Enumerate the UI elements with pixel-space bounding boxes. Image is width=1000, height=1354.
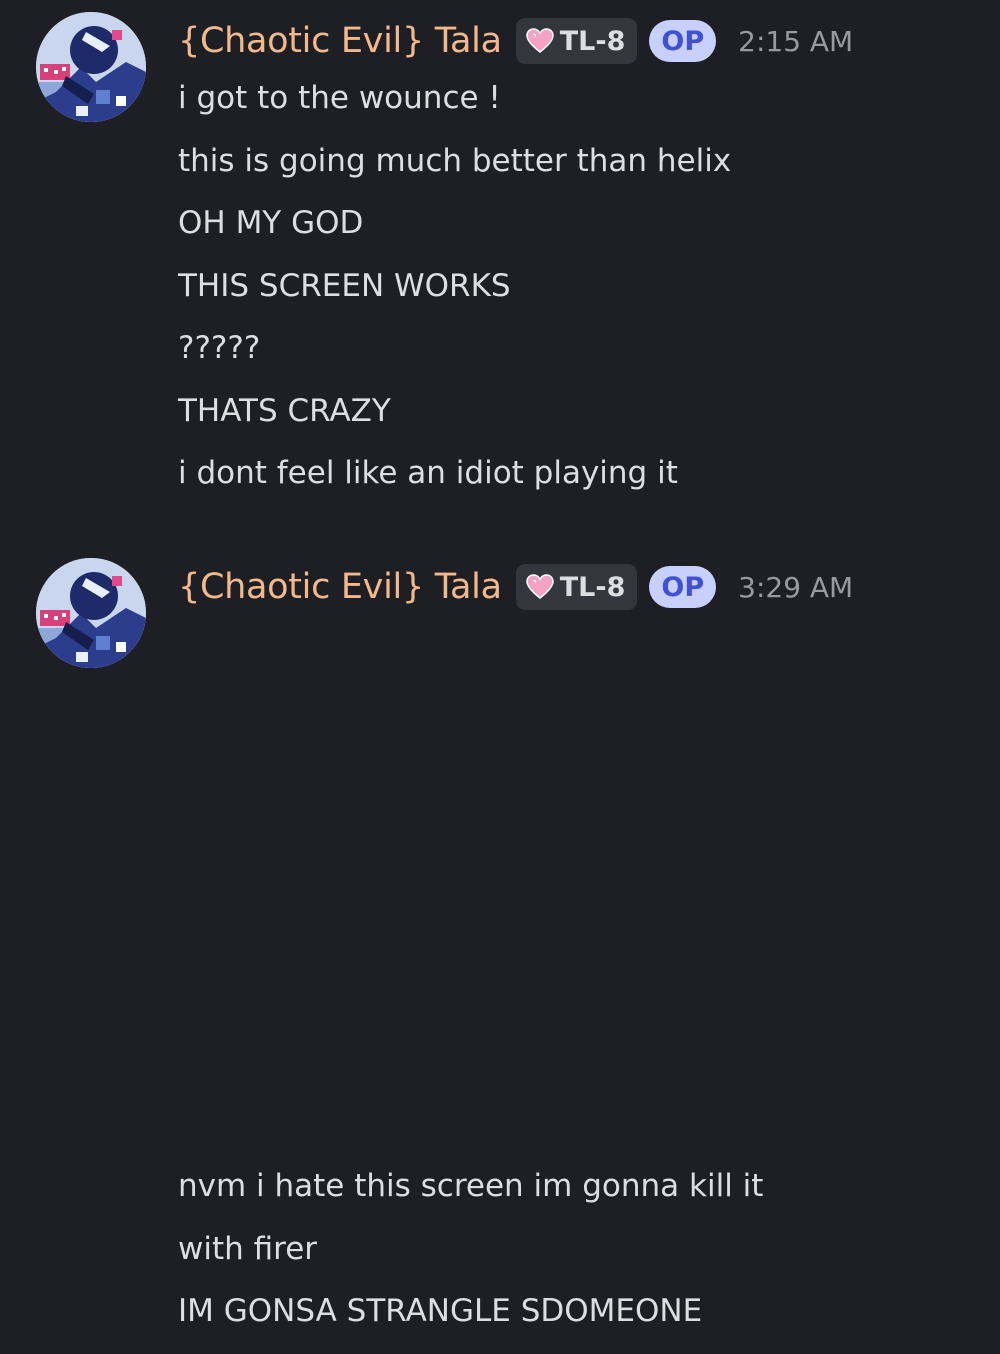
message-text[interactable]: i dont feel like an idiot playing it bbox=[178, 453, 731, 493]
avatar-image bbox=[36, 12, 146, 122]
server-tag-label: TL-8 bbox=[559, 571, 626, 603]
message-text[interactable]: this is going much better than helix bbox=[178, 141, 731, 181]
timestamp[interactable]: 3:29 AM bbox=[738, 571, 853, 604]
message-list: i got to the wounce ! this is going much… bbox=[178, 78, 731, 516]
message-text[interactable]: i got to the wounce ! bbox=[178, 78, 731, 118]
heart-icon bbox=[525, 28, 554, 54]
message-list: nvm i hate this screen im gonna kill it … bbox=[178, 1166, 763, 1354]
op-badge: OP bbox=[649, 20, 717, 62]
server-tag[interactable]: TL-8 bbox=[515, 18, 638, 64]
username[interactable]: {Chaotic Evil} Tala bbox=[178, 567, 502, 607]
message-header: {Chaotic Evil} Tala TL-8 OP 3:29 AM bbox=[178, 562, 853, 612]
avatar[interactable] bbox=[36, 558, 146, 668]
server-tag-label: TL-8 bbox=[559, 25, 626, 57]
message-text[interactable]: with firer bbox=[178, 1229, 763, 1269]
op-badge: OP bbox=[649, 566, 717, 608]
server-tag[interactable]: TL-8 bbox=[515, 564, 638, 610]
message-text[interactable]: THIS SCREEN WORKS bbox=[178, 266, 731, 306]
message-text[interactable]: nvm i hate this screen im gonna kill it bbox=[178, 1166, 763, 1206]
message-text[interactable]: OH MY GOD bbox=[178, 203, 731, 243]
heart-icon bbox=[525, 574, 554, 600]
message-text[interactable]: IM GONSA STRANGLE SDOMEONE bbox=[178, 1291, 763, 1331]
message-text[interactable]: THATS CRAZY bbox=[178, 391, 731, 431]
message-header: {Chaotic Evil} Tala TL-8 OP 2:15 AM bbox=[178, 16, 853, 66]
message-text[interactable]: ????? bbox=[178, 328, 731, 368]
avatar-image bbox=[36, 558, 146, 668]
username[interactable]: {Chaotic Evil} Tala bbox=[178, 21, 502, 61]
avatar[interactable] bbox=[36, 12, 146, 122]
timestamp[interactable]: 2:15 AM bbox=[738, 25, 853, 58]
